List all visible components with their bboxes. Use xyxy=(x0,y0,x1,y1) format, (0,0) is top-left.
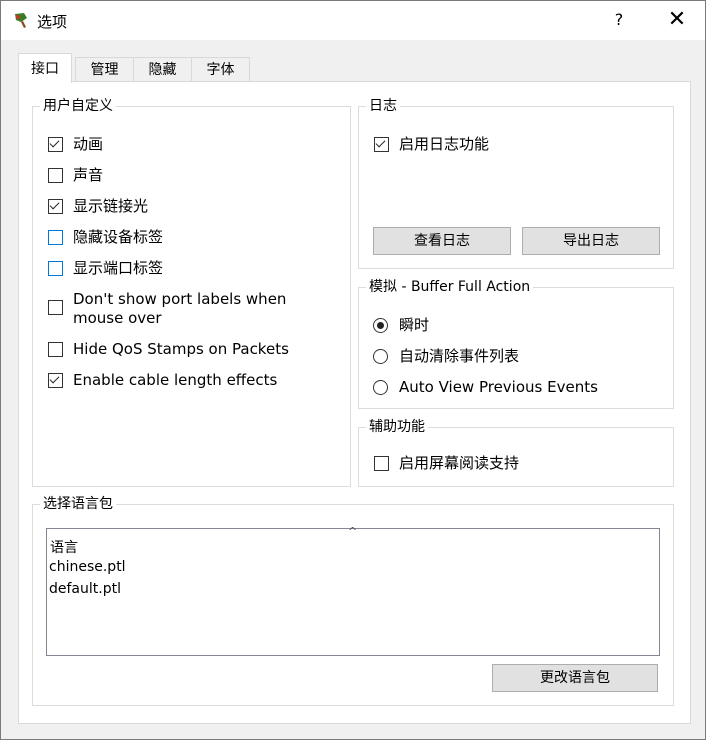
tab-interface[interactable]: 接口 xyxy=(18,53,72,83)
export-log-button[interactable]: 导出日志 xyxy=(522,227,660,255)
close-button[interactable]: ✕ xyxy=(655,5,699,35)
screen-reader-checkbox[interactable] xyxy=(374,456,389,471)
auto-view-previous-events-radio-row[interactable]: Auto View Previous Events xyxy=(373,378,598,397)
cable-length-effects-label: Enable cable length effects xyxy=(73,371,278,389)
tab-font[interactable]: 字体 xyxy=(191,57,250,82)
view-log-button[interactable]: 查看日志 xyxy=(373,227,511,255)
customize-group-title: 用户自定义 xyxy=(40,97,116,115)
list-item[interactable]: default.ptl xyxy=(49,581,121,597)
help-button[interactable]: ? xyxy=(601,5,637,35)
sort-ascending-icon: ^ xyxy=(348,525,358,538)
hide-qos-stamps-label: Hide QoS Stamps on Packets xyxy=(73,340,289,358)
tab-panel-interface: 用户自定义 动画 声音 显示链接光 隐藏设备标签 显示端口标签 Don't sh… xyxy=(18,81,691,724)
no-port-labels-mouseover-label: Don't show port labels when mouse over xyxy=(73,290,287,327)
animation-checkbox-row[interactable]: 动画 xyxy=(48,135,103,154)
show-link-lights-label: 显示链接光 xyxy=(73,197,149,215)
show-port-labels-checkbox-row[interactable]: 显示端口标签 xyxy=(48,259,163,278)
hide-device-labels-checkbox-row[interactable]: 隐藏设备标签 xyxy=(48,228,163,247)
auto-clear-event-list-radio-row[interactable]: 自动清除事件列表 xyxy=(373,347,519,366)
animation-checkbox[interactable] xyxy=(48,137,63,152)
options-dialog: 选项 ? ✕ 接口 管理 隐藏 字体 用户自定义 动画 声音 显示链接光 隐藏设… xyxy=(0,0,706,740)
language-column-header[interactable]: 语言 xyxy=(50,537,78,557)
hide-device-labels-label: 隐藏设备标签 xyxy=(73,228,164,246)
instant-radio-row[interactable]: 瞬时 xyxy=(373,316,429,335)
animation-label: 动画 xyxy=(73,135,104,153)
screen-reader-label: 启用屏幕阅读支持 xyxy=(399,454,520,472)
auto-clear-event-list-radio[interactable] xyxy=(373,349,388,364)
title-bar[interactable]: 选项 ? ✕ xyxy=(1,1,705,40)
hide-device-labels-checkbox[interactable] xyxy=(48,230,63,245)
tab-hidden[interactable]: 隐藏 xyxy=(133,57,192,82)
language-list[interactable]: ^ 语言 chinese.ptl default.ptl xyxy=(46,525,660,656)
simulation-group-title: 模拟 - Buffer Full Action xyxy=(366,278,534,296)
auto-clear-event-list-label: 自动清除事件列表 xyxy=(399,347,520,365)
sound-checkbox[interactable] xyxy=(48,168,63,183)
show-port-labels-checkbox[interactable] xyxy=(48,261,63,276)
enable-logging-checkbox-row[interactable]: 启用日志功能 xyxy=(374,135,489,154)
enable-logging-checkbox[interactable] xyxy=(374,137,389,152)
hide-qos-stamps-checkbox[interactable] xyxy=(48,342,63,357)
log-group-title: 日志 xyxy=(366,97,400,115)
customize-group: 用户自定义 动画 声音 显示链接光 隐藏设备标签 显示端口标签 Don't sh… xyxy=(32,97,351,487)
hide-qos-stamps-checkbox-row[interactable]: Hide QoS Stamps on Packets xyxy=(48,340,289,359)
simulation-group: 模拟 - Buffer Full Action 瞬时 自动清除事件列表 Auto… xyxy=(358,278,674,409)
tab-administration[interactable]: 管理 xyxy=(75,57,134,82)
cable-length-effects-checkbox-row[interactable]: Enable cable length effects xyxy=(48,371,277,390)
auto-view-previous-events-radio[interactable] xyxy=(373,380,388,395)
no-port-labels-mouseover-checkbox[interactable] xyxy=(48,300,63,315)
screen-reader-checkbox-row[interactable]: 启用屏幕阅读支持 xyxy=(374,454,519,473)
no-port-labels-mouseover-checkbox-row[interactable]: Don't show port labels when mouse over xyxy=(48,290,328,328)
list-item[interactable]: chinese.ptl xyxy=(49,559,126,575)
show-link-lights-checkbox-row[interactable]: 显示链接光 xyxy=(48,197,148,216)
language-group-title: 选择语言包 xyxy=(40,495,116,513)
change-language-button[interactable]: 更改语言包 xyxy=(492,664,658,692)
instant-radio[interactable] xyxy=(373,318,388,333)
sound-checkbox-row[interactable]: 声音 xyxy=(48,166,103,185)
show-link-lights-checkbox[interactable] xyxy=(48,199,63,214)
app-icon xyxy=(15,13,27,28)
cable-length-effects-checkbox[interactable] xyxy=(48,373,63,388)
enable-logging-label: 启用日志功能 xyxy=(399,135,490,153)
log-group: 日志 启用日志功能 查看日志 导出日志 xyxy=(358,97,674,269)
window-title: 选项 xyxy=(37,13,68,31)
instant-label: 瞬时 xyxy=(399,316,430,334)
show-port-labels-label: 显示端口标签 xyxy=(73,259,164,277)
accessibility-group: 辅助功能 启用屏幕阅读支持 xyxy=(358,418,674,487)
auto-view-previous-events-label: Auto View Previous Events xyxy=(399,378,598,396)
sound-label: 声音 xyxy=(73,166,104,184)
accessibility-group-title: 辅助功能 xyxy=(366,418,428,436)
